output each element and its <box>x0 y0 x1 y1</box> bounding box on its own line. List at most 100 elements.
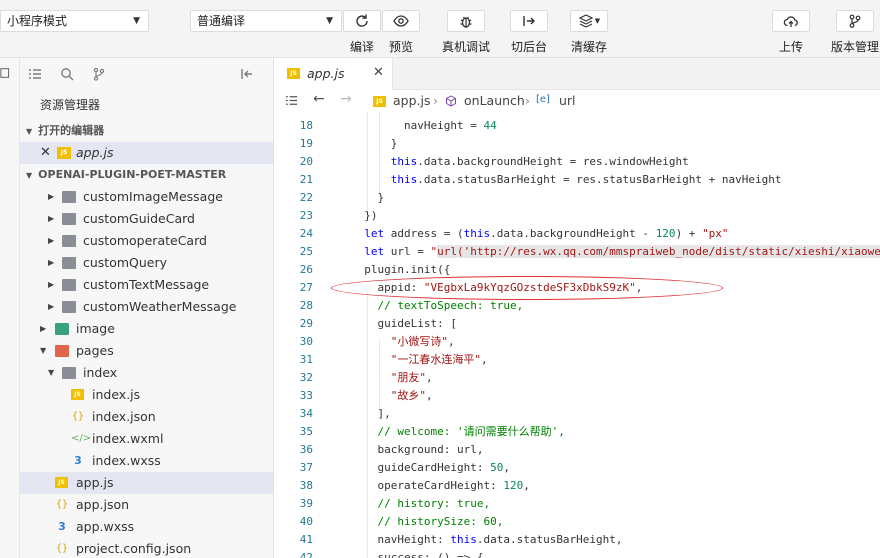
line-number: 27 <box>299 281 313 294</box>
tree-item-label: customImageMessage <box>83 189 223 204</box>
tree-item[interactable]: ▶ customQuery <box>20 252 273 274</box>
json-file-icon: {} <box>55 543 69 554</box>
line-number: 41 <box>299 533 313 546</box>
tree-item[interactable]: ▼ index <box>20 362 273 384</box>
variable-icon: [e] <box>536 94 550 105</box>
preview-button[interactable] <box>382 10 420 32</box>
tree-item-label: index <box>83 365 118 380</box>
breadcrumb-method[interactable]: onLaunch <box>464 93 525 108</box>
remote-debug-label: 真机调试 <box>441 40 491 54</box>
close-icon[interactable]: ✕ <box>40 142 51 164</box>
tree-item[interactable]: {} app.json <box>20 494 273 516</box>
activity-bar <box>0 58 20 558</box>
files-icon[interactable] <box>0 66 12 80</box>
code-line: this.data.statusBarHeight = res.statusBa… <box>390 173 782 186</box>
preview-label: 预览 <box>388 40 414 54</box>
close-icon[interactable]: ✕ <box>373 65 384 80</box>
js-file-icon: JS <box>373 96 386 107</box>
folder-icon <box>55 323 69 335</box>
tree-item-label: customoperateCard <box>83 233 207 248</box>
chevron-right-icon[interactable]: ▶ <box>48 186 54 208</box>
tree-item-label: customTextMessage <box>83 277 210 292</box>
method-cube-icon <box>446 95 456 107</box>
bug-icon <box>460 16 472 28</box>
tree-item[interactable]: ▶ customTextMessage <box>20 274 273 296</box>
tree-item[interactable]: JS app.js <box>20 472 273 494</box>
forward-arrow-icon[interactable]: → <box>340 91 352 107</box>
code-line: navHeight: this.data.statusBarHeight, <box>351 533 623 546</box>
code-line: } <box>351 191 385 204</box>
mode-select-value: 小程序模式 <box>7 14 68 28</box>
switch-background-button[interactable] <box>510 10 548 32</box>
wxml-file-icon: </> <box>71 433 92 444</box>
upload-button[interactable] <box>772 10 810 32</box>
mode-select[interactable]: 小程序模式 ▼ <box>0 10 149 32</box>
source-control-icon[interactable] <box>92 67 106 81</box>
chevron-down-icon[interactable]: ▼ <box>40 340 46 362</box>
chevron-right-icon[interactable]: ▶ <box>48 230 54 252</box>
line-number-gutter: 18 19 20 21 22 23 24 25 26 27 28 29 30 31 32 33 34 35 36 37… <box>275 112 341 558</box>
js-file-icon: JS <box>55 477 68 488</box>
chevron-down-icon[interactable]: ▼ <box>48 362 54 384</box>
tree-item-label: app.wxss <box>76 519 135 534</box>
code-line: ], <box>351 407 391 420</box>
tree-item[interactable]: ▶ customImageMessage <box>20 186 273 208</box>
code-editor[interactable]: navHeight = 44 } this.data.backgroundHei… <box>341 112 880 558</box>
version-management-button[interactable] <box>836 10 874 32</box>
tree-item[interactable]: ▼ pages <box>20 340 273 362</box>
tree-item[interactable]: 3 app.wxss <box>20 516 273 538</box>
tree-item[interactable]: {} index.json <box>20 406 273 428</box>
chevron-right-icon[interactable]: ▶ <box>48 274 54 296</box>
open-editors-header[interactable]: ▼ 打开的编辑器 <box>20 120 273 142</box>
breadcrumb-symbol[interactable]: url <box>559 93 576 108</box>
project-header[interactable]: ▼ OPENAI-PLUGIN-POET-MASTER <box>20 164 273 186</box>
tree-item[interactable]: JS index.js <box>20 384 273 406</box>
code-line: "小微写诗", <box>390 335 455 348</box>
open-editor-item[interactable]: ✕ JS app.js <box>20 142 273 164</box>
back-arrow-icon[interactable]: ← <box>313 91 325 107</box>
breadcrumb-file[interactable]: app.js <box>393 93 431 108</box>
tree-item[interactable]: 3 index.wxss <box>20 450 273 472</box>
tree-item[interactable]: ▶ image <box>20 318 273 340</box>
tree-item[interactable]: {} project.config.json <box>20 538 273 558</box>
tree-item-label: image <box>76 321 115 336</box>
code-line: background: url, <box>351 443 484 456</box>
chevron-right-icon[interactable]: ▶ <box>48 208 54 230</box>
red-annotation-ellipse <box>331 276 723 300</box>
folder-icon <box>62 235 76 247</box>
remote-debug-button[interactable] <box>447 10 485 32</box>
switch-background-icon <box>523 16 535 26</box>
open-editors-label: 打开的编辑器 <box>38 124 105 137</box>
line-number: 33 <box>299 389 313 402</box>
tree-item[interactable]: ▶ customoperateCard <box>20 230 273 252</box>
line-number: 35 <box>299 425 313 438</box>
tree-item[interactable]: ▶ customGuideCard <box>20 208 273 230</box>
chevron-right-icon[interactable]: ▶ <box>40 318 46 340</box>
code-line: // welcome: '请问需要什么帮助', <box>351 425 565 438</box>
search-icon[interactable] <box>60 67 74 81</box>
list-icon[interactable] <box>28 67 42 81</box>
tree-item[interactable]: ▶ customWeatherMessage <box>20 296 273 318</box>
upload-label: 上传 <box>778 40 804 54</box>
line-number: 40 <box>299 515 313 528</box>
list-icon[interactable] <box>285 94 298 107</box>
chevron-right-icon[interactable]: ▶ <box>48 296 54 318</box>
explorer-title: 资源管理器 <box>40 98 101 112</box>
chevron-down-icon: ▼ <box>594 17 601 25</box>
open-editor-label: app.js <box>76 145 114 160</box>
line-number: 32 <box>299 371 313 384</box>
file-tree: ▶ customImageMessage ▶ customGuideCard ▶ cust… <box>20 186 273 558</box>
toolbar: 小程序模式 ▼ 普通编译 ▼ 编译 预览 真机调试 切后台 ▼ 清缓存 上传 版… <box>0 0 880 58</box>
tree-item[interactable]: </> index.wxml <box>20 428 273 450</box>
compile-button[interactable] <box>343 10 381 32</box>
tab-app-js[interactable]: JS app.js ✕ <box>275 58 393 90</box>
refresh-icon <box>356 14 368 27</box>
collapse-sidebar-icon[interactable] <box>240 67 254 81</box>
folder-icon <box>62 279 76 291</box>
tree-item-label: index.js <box>92 387 141 402</box>
chevron-down-icon: ▼ <box>133 16 140 26</box>
clear-cache-button[interactable]: ▼ <box>570 10 608 32</box>
compile-select[interactable]: 普通编译 ▼ <box>190 10 342 32</box>
chevron-right-icon[interactable]: ▶ <box>48 252 54 274</box>
line-number: 37 <box>299 461 313 474</box>
